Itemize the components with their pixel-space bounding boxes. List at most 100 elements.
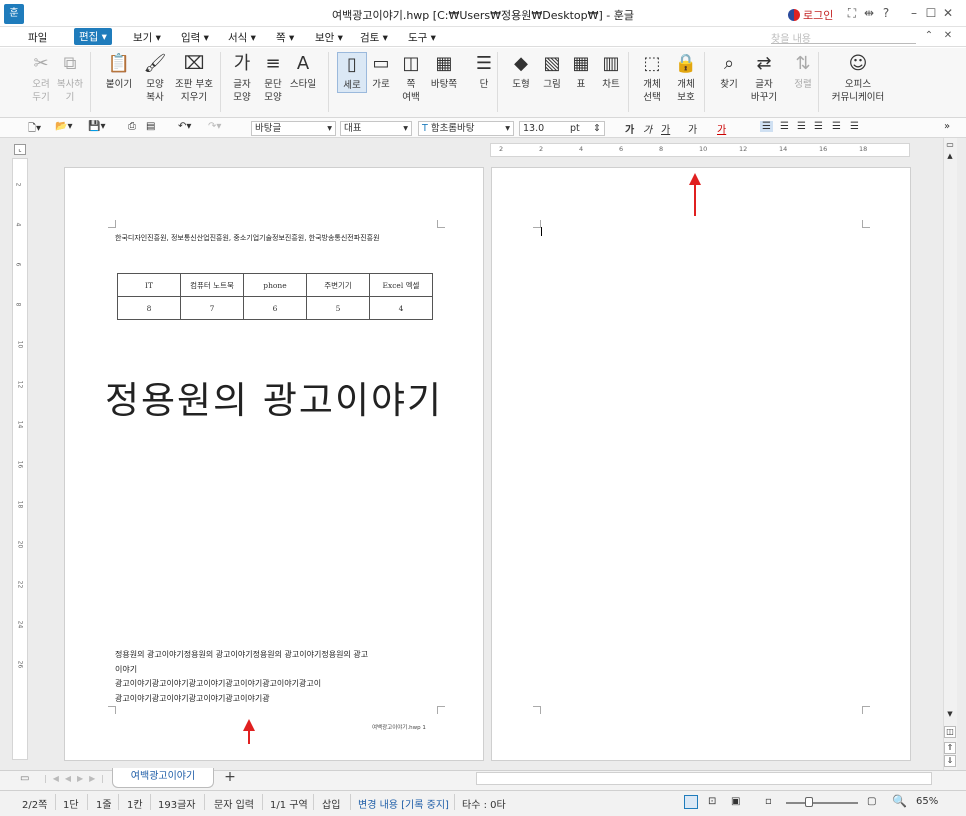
horizontal-scrollbar[interactable]	[476, 772, 932, 785]
style-select[interactable]: 바탕글 ▾	[251, 121, 336, 136]
add-tab-button[interactable]: +	[218, 769, 242, 787]
underline-button[interactable]: 가	[661, 121, 670, 136]
table-cell[interactable]: 5	[306, 296, 370, 320]
ribbon-button-copy[interactable]: ⧉ 복사하기	[55, 52, 85, 104]
search-input[interactable]: 찾을 내용	[771, 30, 916, 45]
ribbon-button-shape[interactable]: ◆ 도형	[506, 52, 536, 91]
login-button[interactable]: 로그인	[788, 7, 833, 23]
undo-icon[interactable]: ↶▾	[178, 121, 191, 132]
ribbon-button-columns[interactable]: ☰ 단	[469, 52, 499, 91]
tab-document[interactable]: 여백광고이야기	[112, 768, 214, 788]
table-cell[interactable]: 7	[180, 296, 244, 320]
redo-icon[interactable]: ↷▾	[208, 121, 221, 132]
print-icon[interactable]: ⎙	[128, 121, 136, 132]
minimize-icon[interactable]: –	[907, 6, 921, 20]
close-icon[interactable]: ✕	[941, 6, 955, 20]
bold-button[interactable]: 가	[625, 121, 634, 136]
ribbon-button-char-shape[interactable]: 가 글자 모양	[227, 52, 257, 104]
font-color-button[interactable]: 가	[717, 121, 726, 136]
ribbon-button-landscape[interactable]: ▭ 가로	[366, 52, 396, 91]
page-2[interactable]	[491, 167, 911, 761]
table-header-cell[interactable]: 컴퓨터 노트북	[180, 273, 244, 297]
ribbon-button-style[interactable]: A 스타일	[288, 52, 318, 91]
menu-tools[interactable]: 도구 ▾	[408, 30, 436, 45]
open-icon[interactable]: 📂▾	[55, 121, 72, 132]
vertical-ruler[interactable]: 2 4 6 8 10 12 14 16 18 20 22 24 26	[12, 158, 28, 760]
next-page-icon[interactable]: ⇓	[944, 755, 956, 767]
menu-insert[interactable]: 입력 ▾	[181, 30, 209, 45]
split-view-icon[interactable]: ▭	[944, 140, 956, 150]
vertical-scrollbar[interactable]	[943, 138, 957, 770]
table-cell[interactable]: 4	[369, 296, 433, 320]
menu-edit[interactable]: 편집 ▾	[74, 28, 112, 45]
distribute-icon[interactable]: ☰	[832, 121, 841, 132]
ribbon-button-replace[interactable]: ⇄ 글자 바꾸기	[749, 52, 779, 104]
ribbon-button-para-shape[interactable]: ≡ 문단 모양	[258, 52, 288, 104]
status-insert[interactable]: 삽입	[322, 796, 340, 811]
scroll-down-icon[interactable]: ▼	[944, 710, 956, 720]
close-doc-icon[interactable]: ✕	[941, 30, 955, 41]
italic-button[interactable]: 가	[643, 121, 652, 136]
ribbon-button-paste[interactable]: 📋 붙이기	[104, 52, 134, 91]
align-center-icon[interactable]: ☰	[797, 121, 806, 132]
expand-toolbar-icon[interactable]: »	[944, 121, 950, 132]
zoom-slider-thumb[interactable]	[805, 797, 813, 807]
align-right-icon[interactable]: ☰	[814, 121, 823, 132]
menu-security[interactable]: 보안 ▾	[315, 30, 343, 45]
ribbon-button-scissors[interactable]: ✂ 오려 두기	[26, 52, 56, 104]
fit-width-icon[interactable]: ⊡	[708, 796, 716, 807]
font-select[interactable]: T 함초롬바탕 ▾	[418, 121, 514, 136]
ribbon-button-picture[interactable]: ▧ 그림	[537, 52, 567, 91]
status-track-changes[interactable]: 변경 내용 [기록 중지]	[358, 796, 449, 811]
prev-page-icon[interactable]: ⇑	[944, 742, 956, 754]
align-justify-icon[interactable]: ☰	[760, 121, 773, 132]
menu-file[interactable]: 파일	[28, 30, 47, 45]
table-header-cell[interactable]: Excel 엑셀	[369, 273, 433, 297]
table-header-cell[interactable]: IT	[117, 273, 181, 297]
full-page-icon[interactable]: ▣	[731, 796, 740, 807]
page-nav-icon[interactable]: ◫	[944, 726, 956, 738]
scroll-up-icon[interactable]: ▲	[944, 152, 956, 162]
ribbon-button-select-object[interactable]: ⬚ 개체 선택	[637, 52, 667, 104]
zoom-slider[interactable]	[786, 802, 858, 804]
split-icon[interactable]: ⇹	[862, 6, 876, 20]
tab-nav-icons[interactable]: |◀◀▶▶|	[44, 774, 110, 783]
zoom-out-icon[interactable]: ▫	[765, 796, 772, 807]
table-header-cell[interactable]: 주변기기	[306, 273, 370, 297]
save-icon[interactable]: 💾▾	[88, 121, 105, 132]
ribbon-button-margin[interactable]: ◫ 쪽 여백	[396, 52, 426, 104]
ribbon-button-format-painter[interactable]: 🖌 모양 복사	[140, 52, 170, 104]
maximize-icon[interactable]: ☐	[924, 6, 938, 20]
ribbon-button-protect-object[interactable]: 🔒 개체 보호	[671, 52, 701, 104]
ribbon-button-communicator[interactable]: ☺ 오피스 커뮤니케이터	[828, 52, 888, 104]
help-icon[interactable]: ?	[879, 6, 893, 20]
tab-list-icon[interactable]: ▭	[20, 773, 29, 784]
zoom-icon[interactable]: 🔍	[892, 794, 907, 808]
ribbon-button-table[interactable]: ▦ 표	[566, 52, 596, 91]
ribbon-button-clear-code[interactable]: ⌧ 조판 부호 지우기	[172, 52, 216, 104]
menu-view[interactable]: 보기 ▾	[133, 30, 161, 45]
collapse-ribbon-icon[interactable]: ⌃	[922, 30, 936, 41]
horizontal-ruler[interactable]: 2 2 4 6 8 10 12 14 16 18	[490, 143, 910, 157]
ruler-toggle-icon[interactable]: ⌞	[14, 144, 26, 155]
ribbon-button-find[interactable]: ⌕ 찾기	[714, 52, 744, 91]
preview-icon[interactable]: ▤	[146, 121, 155, 132]
align-left-icon[interactable]: ☰	[780, 121, 789, 132]
page-view-icon[interactable]	[684, 795, 698, 809]
ribbon-button-portrait[interactable]: ▯ 세로	[337, 52, 367, 93]
table-cell[interactable]: 8	[117, 296, 181, 320]
menu-page[interactable]: 쪽 ▾	[276, 30, 294, 45]
zoom-level[interactable]: 65%	[916, 796, 938, 807]
table-cell[interactable]: 6	[243, 296, 307, 320]
new-doc-icon[interactable]: 🗋▾	[28, 121, 41, 138]
menu-review[interactable]: 검토 ▾	[360, 30, 388, 45]
table-header-cell[interactable]: phone	[243, 273, 307, 297]
font-size-input[interactable]: 13.0 pt ⇕	[519, 121, 605, 136]
strike-button[interactable]: 가	[688, 121, 697, 136]
ribbon-button-chart[interactable]: ▥ 차트	[596, 52, 626, 91]
fullscreen-icon[interactable]: ⛶	[845, 6, 859, 21]
language-select[interactable]: 대표 ▾	[340, 121, 412, 136]
divide-icon[interactable]: ☰	[850, 121, 859, 132]
ribbon-button-master-page[interactable]: ▦ 바탕쪽	[429, 52, 459, 91]
zoom-in-icon[interactable]: ▢	[867, 796, 876, 807]
